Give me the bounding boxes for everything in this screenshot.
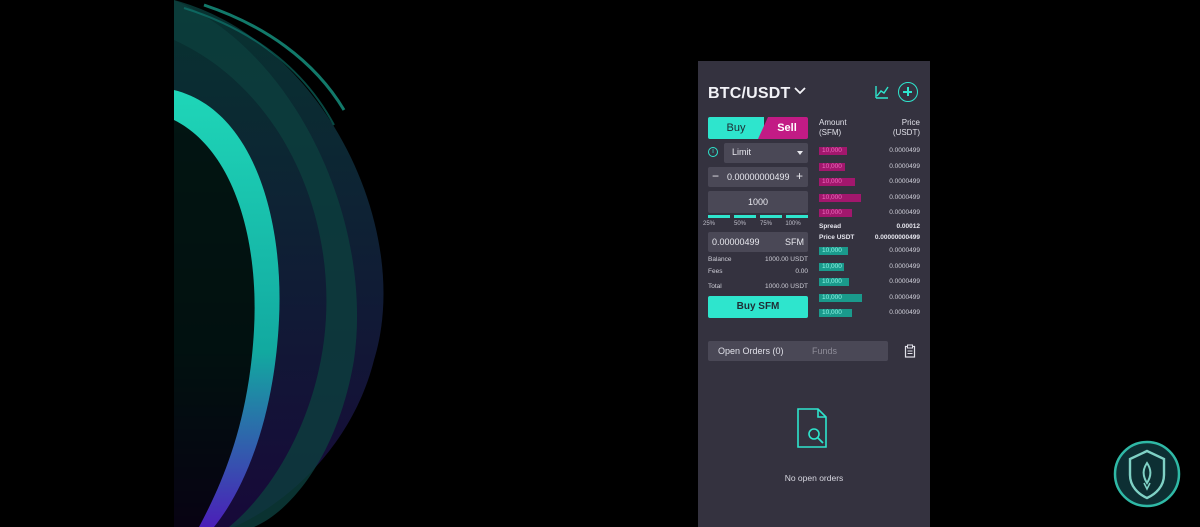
minus-icon[interactable]: − (712, 169, 719, 183)
chart-icon[interactable] (874, 84, 890, 100)
ask-amount: 10,000 (822, 178, 842, 185)
bid-price: 0.0000499 (889, 247, 920, 254)
price-header-line1: Price (901, 118, 920, 127)
balance-value: 1000.00 USDT (765, 256, 808, 263)
ask-amount: 10,000 (822, 193, 842, 201)
ask-row[interactable]: 10,000 0.0000499 (819, 162, 920, 172)
price-value: 0.00000000499 (727, 172, 790, 182)
percent-label-50[interactable]: 50% (729, 221, 751, 227)
percent-label-75[interactable]: 75% (755, 221, 777, 227)
percent-label-100[interactable]: 100% (782, 221, 804, 227)
price-usdt-value: 0.00000000499 (874, 234, 920, 241)
bid-amount: 10,000 (822, 247, 842, 254)
chevron-down-icon[interactable] (794, 85, 806, 97)
orders-tabs: Open Orders (0) Funds (708, 341, 888, 361)
order-type-select[interactable]: Limit (724, 143, 808, 163)
ask-amount: 10,000 (822, 209, 842, 216)
bid-amount: 10,000 (822, 309, 842, 316)
bid-row[interactable]: 10,000 0.0000499 (819, 308, 920, 318)
total-input-unit: SFM (785, 237, 804, 247)
bid-price: 0.0000499 (889, 262, 920, 270)
total-input-value: 0.00000499 (712, 237, 760, 247)
price-usdt-label: Price USDT (819, 234, 855, 241)
ask-price: 0.0000499 (889, 162, 920, 170)
bid-row[interactable]: 10,000 0.0000499 (819, 277, 920, 287)
empty-orders-text: No open orders (784, 473, 844, 483)
bid-price: 0.0000499 (889, 293, 920, 301)
bid-row[interactable]: 10,000 0.0000499 (819, 246, 920, 256)
total-value: 1000.00 USDT (765, 283, 808, 290)
ask-amount: 10,000 (822, 162, 842, 170)
bid-price: 0.0000499 (889, 278, 920, 285)
bid-amount: 10,000 (822, 293, 842, 301)
plus-icon[interactable]: + (796, 169, 803, 183)
order-type-value: Limit (732, 147, 752, 157)
percent-bar-50[interactable] (734, 215, 756, 218)
bid-price: 0.0000499 (889, 309, 920, 316)
quantity-input[interactable]: 1000 (708, 191, 808, 213)
info-icon[interactable]: i (708, 147, 718, 157)
ask-price: 0.0000499 (889, 193, 920, 201)
price-header: Price (USDT) (893, 118, 920, 138)
ask-row[interactable]: 10,000 0.0000499 (819, 193, 920, 203)
ask-row[interactable]: 10,000 0.0000499 (819, 208, 920, 218)
bid-row[interactable]: 10,000 0.0000499 (819, 293, 920, 303)
price-header-line2: (USDT) (892, 128, 920, 137)
buy-sfm-button[interactable]: Buy SFM (708, 296, 808, 318)
total-label: Total (708, 283, 722, 290)
percent-bar-100[interactable] (786, 215, 808, 218)
ask-price: 0.0000499 (889, 147, 920, 154)
total-input[interactable]: 0.00000499 SFM (708, 232, 808, 252)
ask-row[interactable]: 10,000 0.0000499 (819, 146, 920, 156)
bid-amount: 10,000 (822, 262, 842, 270)
ask-price: 0.0000499 (889, 209, 920, 216)
brand-logo-icon (1113, 440, 1181, 508)
trading-panel: BTC/USDT Buy Sell i Limit − 0.0000000049… (698, 61, 930, 527)
clipboard-icon[interactable] (904, 344, 916, 358)
tab-funds[interactable]: Funds (812, 346, 837, 356)
bid-amount: 10,000 (822, 278, 842, 285)
amount-header-line2: (SFM) (819, 128, 842, 137)
ask-price: 0.0000499 (889, 178, 920, 185)
tab-buy[interactable]: Buy (708, 117, 764, 139)
ask-row[interactable]: 10,000 0.0000499 (819, 177, 920, 187)
document-search-icon (797, 408, 827, 448)
add-icon[interactable] (898, 82, 918, 102)
fees-label: Fees (708, 268, 723, 275)
bid-row[interactable]: 10,000 0.0000499 (819, 262, 920, 272)
percent-bar-75[interactable] (760, 215, 782, 218)
tab-sell[interactable]: Sell (758, 117, 808, 139)
price-stepper[interactable]: − 0.00000000499 + (708, 167, 808, 187)
percent-bar-25[interactable] (708, 215, 730, 218)
tab-open-orders[interactable]: Open Orders (0) (718, 346, 784, 356)
amount-header: Amount (SFM) (819, 118, 847, 138)
background-swirl-graphic (174, 0, 394, 527)
spread-label: Spread (819, 223, 842, 230)
percent-label-25[interactable]: 25% (698, 221, 720, 227)
amount-header-line1: Amount (819, 118, 847, 127)
pair-title[interactable]: BTC/USDT (708, 85, 790, 103)
caret-down-icon (797, 151, 803, 155)
ask-amount: 10,000 (822, 147, 842, 154)
buy-sell-toggle: Buy Sell (708, 117, 808, 139)
balance-label: Balance (708, 256, 732, 263)
spread-value: 0.00012 (896, 223, 921, 230)
fees-value: 0.00 (795, 268, 808, 275)
